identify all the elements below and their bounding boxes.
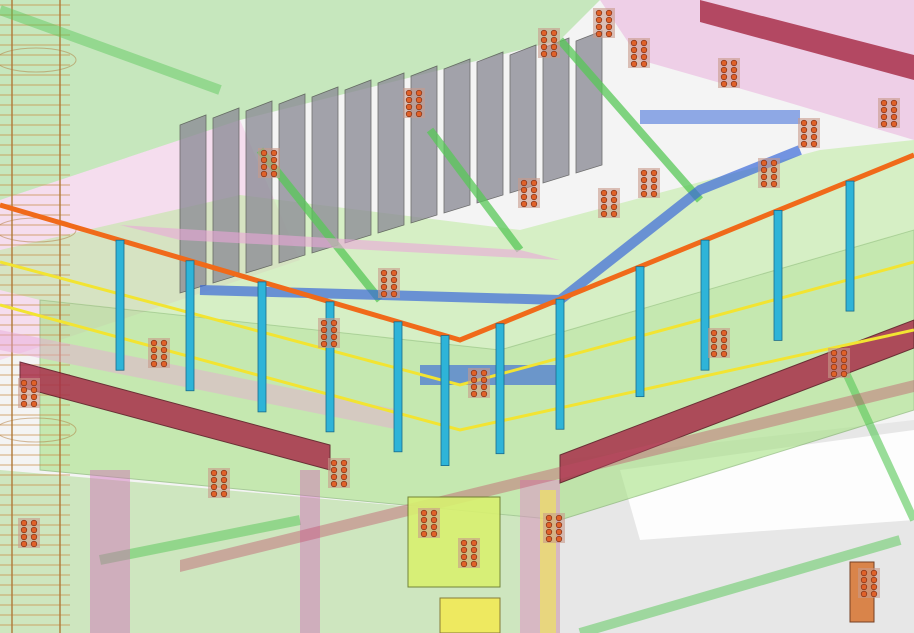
handrail-post[interactable]: [115, 239, 125, 371]
3d-model-viewport[interactable]: [0, 0, 914, 633]
vertical-plate[interactable]: [509, 44, 537, 194]
handrail-post[interactable]: [773, 210, 783, 341]
bolt-group[interactable]: [148, 338, 170, 368]
vertical-plate[interactable]: [344, 79, 372, 244]
bolt-group[interactable]: [538, 28, 560, 58]
bolt-group[interactable]: [468, 368, 490, 398]
handrail-post[interactable]: [495, 323, 505, 455]
bolt-group[interactable]: [258, 148, 280, 178]
bolt-group[interactable]: [858, 568, 880, 598]
bolt-group[interactable]: [798, 118, 820, 148]
vertical-plate[interactable]: [542, 37, 570, 184]
bolt-group[interactable]: [593, 8, 615, 38]
vertical-plate[interactable]: [476, 51, 504, 204]
handrail-post[interactable]: [440, 335, 450, 466]
bolt-group[interactable]: [318, 318, 340, 348]
handrail-post[interactable]: [845, 180, 855, 312]
steel-structure-3d-render[interactable]: [0, 0, 914, 633]
bolt-group[interactable]: [828, 348, 850, 378]
vertical-plate[interactable]: [377, 72, 405, 234]
vertical-plate[interactable]: [212, 107, 240, 284]
bolt-group[interactable]: [628, 38, 650, 68]
bolt-group[interactable]: [18, 518, 40, 548]
bolt-group[interactable]: [18, 378, 40, 408]
bolt-group[interactable]: [878, 98, 900, 128]
bolt-group[interactable]: [518, 178, 540, 208]
bolt-group[interactable]: [328, 458, 350, 488]
handrail-post[interactable]: [635, 266, 645, 398]
handrail-post[interactable]: [393, 321, 403, 453]
bolt-group[interactable]: [378, 268, 400, 298]
bolt-group[interactable]: [403, 88, 425, 118]
bolt-group[interactable]: [543, 513, 565, 543]
handrail-post[interactable]: [185, 260, 195, 392]
bolt-group[interactable]: [638, 168, 660, 198]
bolt-group[interactable]: [418, 508, 440, 538]
bolt-group[interactable]: [598, 188, 620, 218]
vertical-plate[interactable]: [575, 30, 603, 174]
handrail-post[interactable]: [257, 281, 267, 413]
bolt-group[interactable]: [208, 468, 230, 498]
vertical-plate[interactable]: [443, 58, 471, 214]
bolt-group[interactable]: [458, 538, 480, 568]
bolt-group[interactable]: [758, 158, 780, 188]
handrail-post[interactable]: [700, 239, 710, 371]
bolt-group[interactable]: [718, 58, 740, 88]
handrail-post[interactable]: [555, 298, 565, 430]
bolt-group[interactable]: [708, 328, 730, 358]
vertical-plate[interactable]: [245, 100, 273, 274]
